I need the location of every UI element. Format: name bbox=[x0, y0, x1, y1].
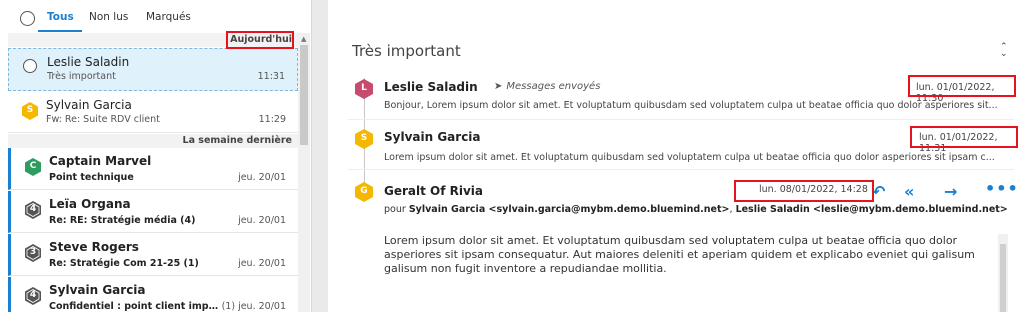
reply-icon[interactable]: ↶ bbox=[872, 182, 885, 201]
conversation-count: 4 bbox=[29, 290, 37, 300]
tab-unread[interactable]: Non lus bbox=[89, 11, 128, 23]
list-item[interactable]: S Sylvain Garcia Fw: Re: Suite RDV clien… bbox=[8, 92, 298, 133]
recipient[interactable]: Leslie Saladin <leslie@mybm.demo.bluemin… bbox=[736, 204, 1008, 215]
recipients-prefix: pour bbox=[384, 204, 406, 215]
message-preview: Bonjour, Lorem ipsum dolor sit amet. Et … bbox=[384, 100, 998, 111]
subject: Re: RE: Stratégie média (4) bbox=[49, 215, 196, 226]
reply-all-icon[interactable]: « bbox=[904, 182, 914, 201]
subject: Point technique bbox=[49, 172, 134, 183]
avatar: S bbox=[355, 129, 373, 149]
conversation-count-icon: 4 bbox=[25, 201, 41, 219]
sender-name: Captain Marvel bbox=[49, 154, 152, 168]
avatar: G bbox=[355, 182, 373, 202]
scroll-up-icon[interactable]: ▲ bbox=[301, 35, 306, 43]
time: jeu. 20/01 bbox=[238, 172, 286, 183]
list-item[interactable]: 4 Sylvain Garcia Confidentiel : point cl… bbox=[8, 277, 298, 312]
sender-name: Leslie Saladin bbox=[47, 55, 130, 69]
sender-name: Sylvain Garcia bbox=[384, 130, 481, 144]
select-checkbox[interactable] bbox=[23, 59, 37, 73]
filter-bar: Tous Non lus Marqués bbox=[8, 4, 308, 32]
avatar-initial: S bbox=[360, 133, 368, 143]
list-scrollbar[interactable]: ▲ bbox=[298, 33, 310, 312]
sender-name: Leïa Organa bbox=[49, 197, 131, 211]
list-item[interactable]: 4 Leïa Organa Re: RE: Stratégie média (4… bbox=[8, 191, 298, 233]
scroll-thumb[interactable] bbox=[300, 45, 308, 145]
sender-name: Steve Rogers bbox=[49, 240, 139, 254]
recipients-line: pour Sylvain Garcia <sylvain.garcia@mybm… bbox=[384, 204, 1008, 215]
message-preview: Lorem ipsum dolor sit amet. Et voluptatu… bbox=[384, 152, 995, 163]
sent-folder-label: Messages envoyés bbox=[506, 81, 601, 92]
avatar-initial: L bbox=[361, 83, 367, 93]
list-item[interactable]: C Captain Marvel Point technique jeu. 20… bbox=[8, 148, 298, 190]
time: jeu. 20/01 bbox=[238, 215, 286, 226]
recipient-separator: , bbox=[729, 204, 733, 215]
sender-name: Sylvain Garcia bbox=[46, 98, 132, 112]
message-date: lun. 08/01/2022, 14:28 bbox=[759, 184, 868, 195]
select-all-checkbox[interactable] bbox=[20, 11, 35, 26]
message-body: Lorem ipsum dolor sit amet. Et voluptatu… bbox=[384, 234, 975, 275]
avatar-initial: C bbox=[29, 161, 37, 171]
conversation-count-icon: 4 bbox=[25, 287, 41, 305]
active-tab-indicator bbox=[38, 30, 82, 32]
recipient[interactable]: Sylvain Garcia <sylvain.garcia@mybm.demo… bbox=[409, 204, 730, 215]
avatar: S bbox=[22, 102, 38, 120]
conversation-count: 3 bbox=[29, 247, 37, 257]
sender-name: Geralt Of Rivia bbox=[384, 184, 484, 198]
avatar-initial: S bbox=[26, 105, 34, 115]
body-scrollbar[interactable] bbox=[998, 234, 1008, 312]
thread-message[interactable]: L Leslie Saladin ➤ Messages envoyés lun. … bbox=[348, 74, 1014, 120]
time: 11:29 bbox=[258, 114, 286, 125]
time: 11:31 bbox=[257, 71, 285, 82]
conversation-count-icon: 3 bbox=[25, 244, 41, 262]
paper-plane-icon: ➤ bbox=[494, 81, 503, 92]
tab-flagged[interactable]: Marqués bbox=[146, 11, 191, 23]
sent-folder-note: ➤ Messages envoyés bbox=[494, 81, 600, 92]
subject: Très important bbox=[47, 71, 116, 82]
subject: Re: Stratégie Com 21-25 (1) bbox=[49, 258, 199, 269]
conversation-pane: Très important ⌃ ⌄ L Leslie Saladin ➤ Mess… bbox=[328, 0, 1024, 312]
sender-name: Leslie Saladin bbox=[384, 80, 478, 94]
collapse-icon[interactable]: ⌃ ⌄ bbox=[1000, 43, 1008, 59]
time: jeu. 20/01 bbox=[238, 258, 286, 269]
tab-all[interactable]: Tous bbox=[47, 11, 74, 23]
more-options-icon[interactable]: ••• bbox=[985, 179, 1019, 198]
group-header-today: Aujourd'hui bbox=[8, 33, 298, 47]
avatar: C bbox=[25, 158, 41, 176]
conversation-count: 4 bbox=[29, 204, 37, 214]
time: (1) jeu. 20/01 bbox=[221, 301, 286, 312]
group-header-last-week: La semaine dernière bbox=[8, 134, 298, 148]
scroll-thumb[interactable] bbox=[1000, 244, 1006, 312]
message-list-pane: Tous Non lus Marqués Aujourd'hui Leslie … bbox=[0, 0, 312, 312]
list-item[interactable]: 3 Steve Rogers Re: Stratégie Com 21-25 (… bbox=[8, 234, 298, 276]
conversation-title: Très important bbox=[352, 42, 461, 60]
subject: Fw: Re: Suite RDV client bbox=[46, 114, 160, 125]
pane-separator bbox=[312, 0, 328, 312]
sender-name: Sylvain Garcia bbox=[49, 283, 146, 297]
message-date: lun. 01/01/2022, 11:31 bbox=[919, 132, 998, 154]
forward-icon[interactable]: → bbox=[944, 182, 957, 201]
subject: Confidentiel : point client import... bbox=[49, 301, 223, 312]
thread-message-expanded: G Geralt Of Rivia lun. 08/01/2022, 14:28… bbox=[348, 178, 1018, 312]
list-item[interactable]: Leslie Saladin Très important 11:31 bbox=[8, 48, 298, 91]
avatar-initial: G bbox=[360, 186, 368, 196]
thread-message[interactable]: S Sylvain Garcia lun. 01/01/2022, 11:31 … bbox=[348, 124, 1014, 170]
avatar: L bbox=[355, 79, 373, 99]
